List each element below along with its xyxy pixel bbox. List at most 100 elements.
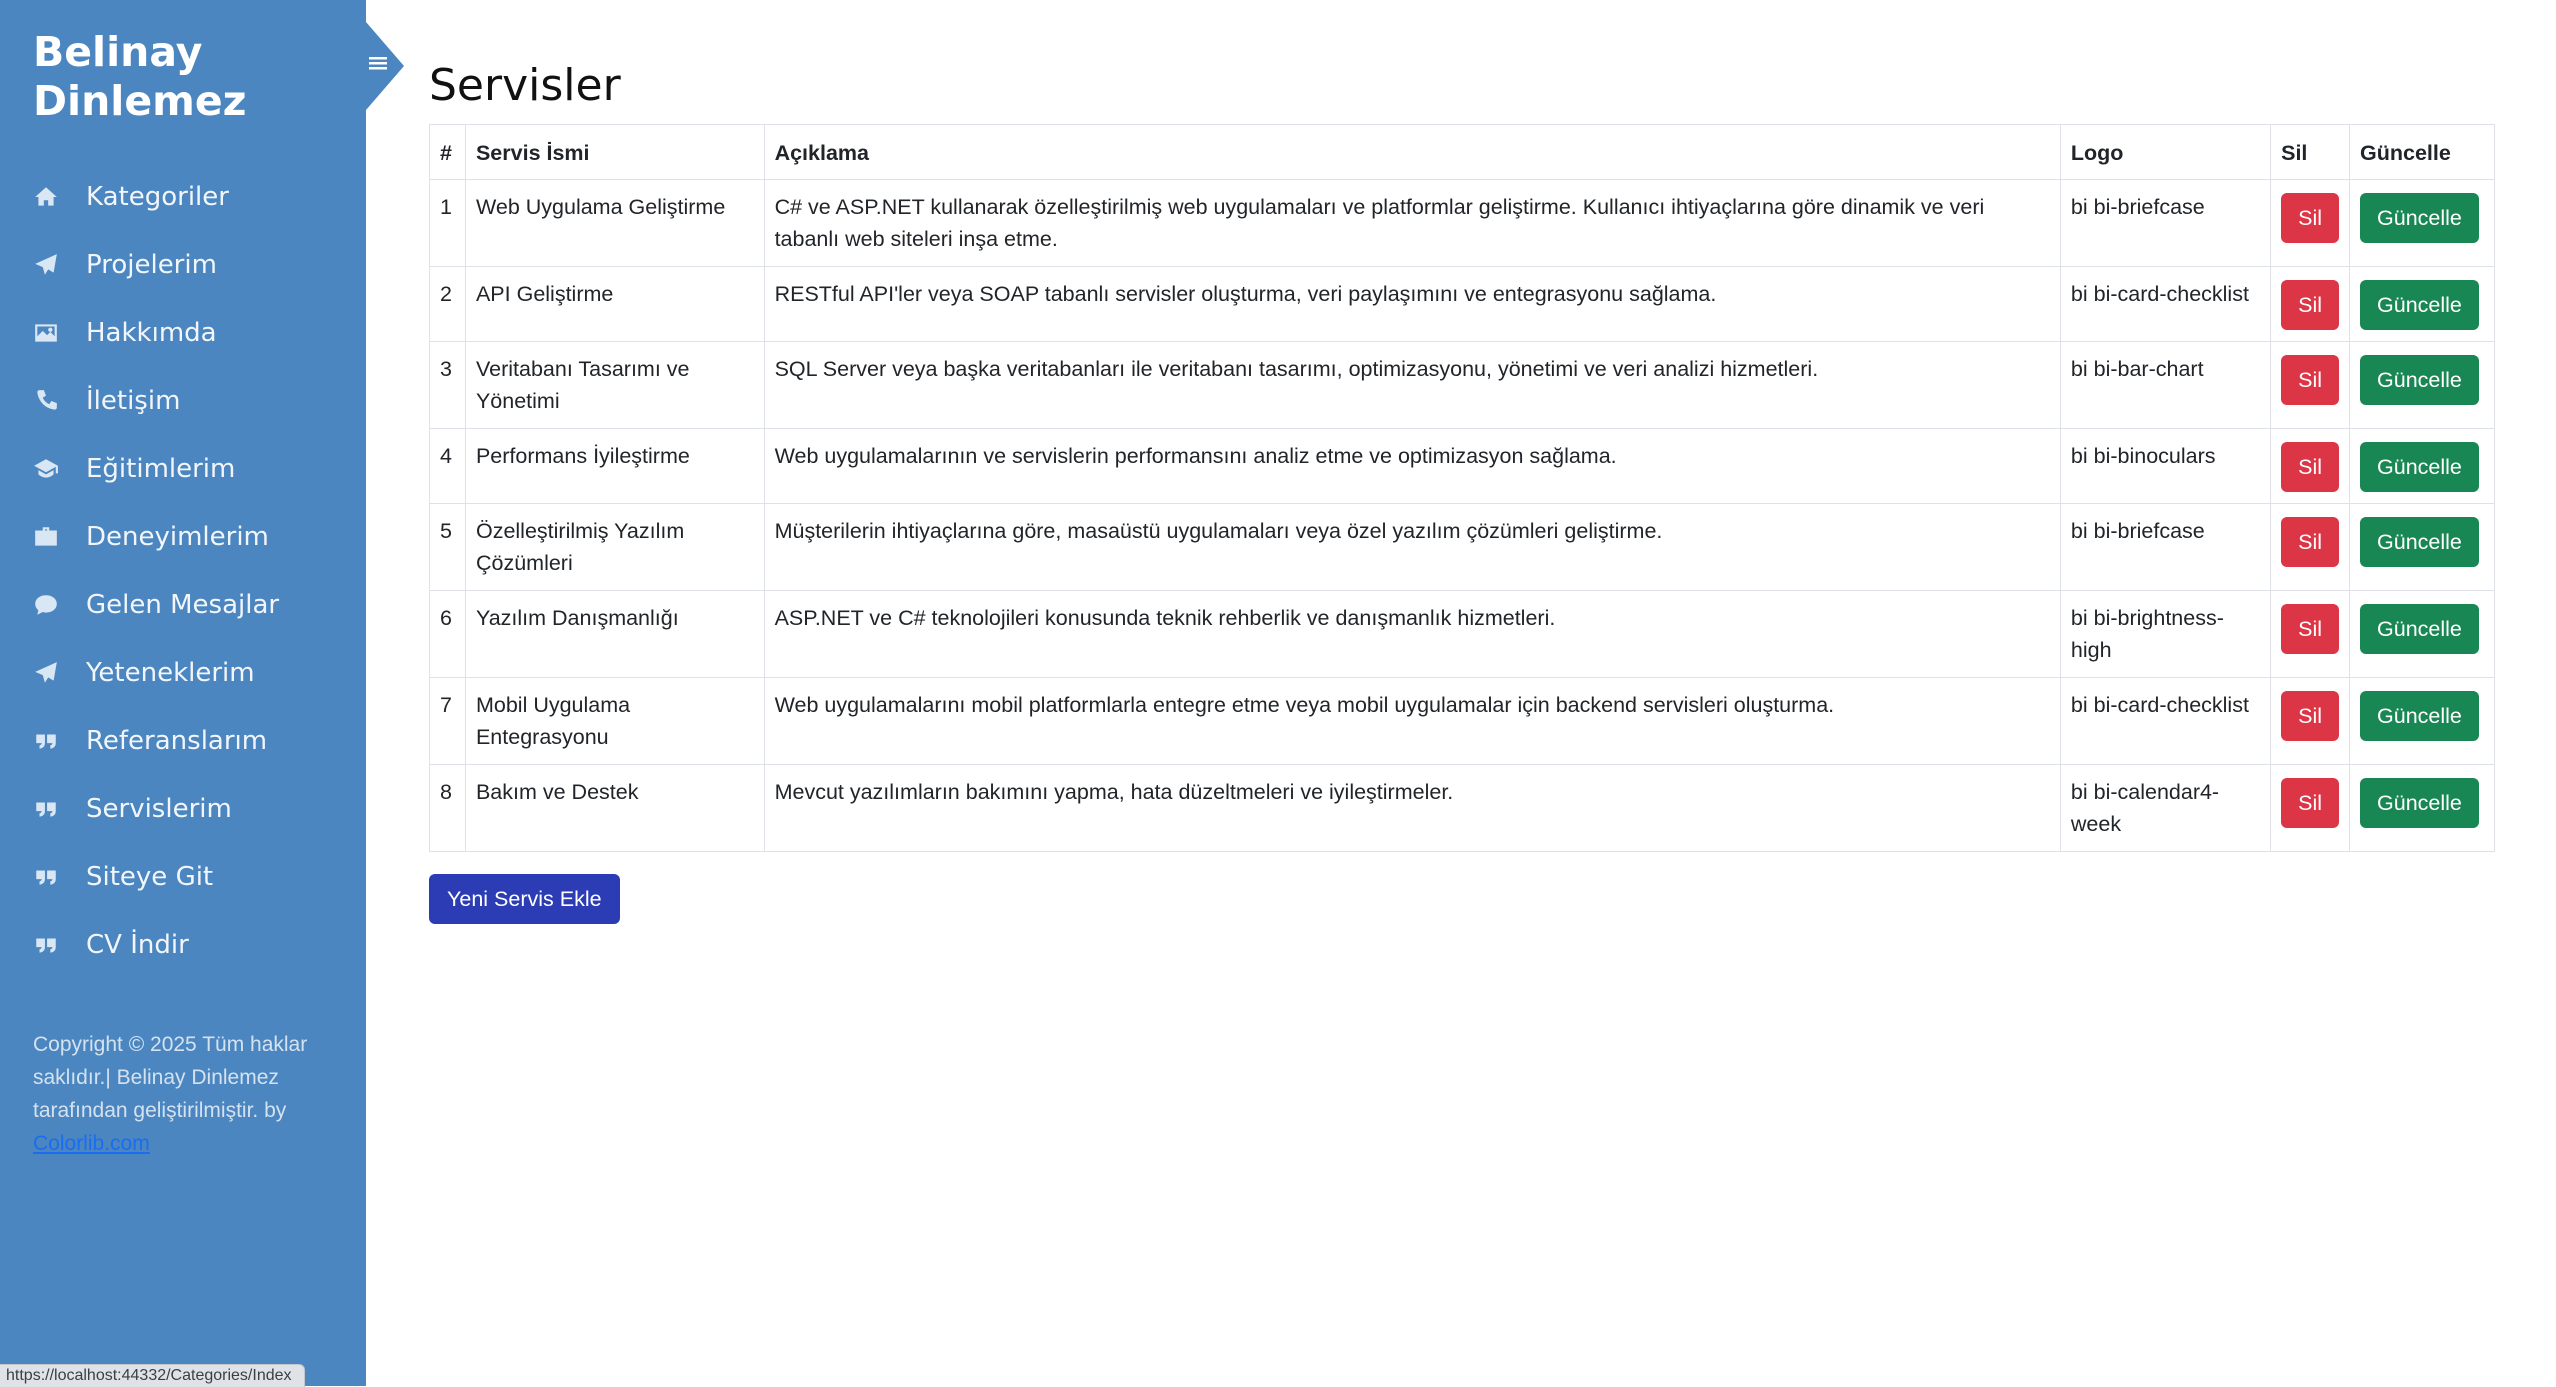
- column-header-name: Servis İsmi: [464, 124, 765, 180]
- page-title: Servisler: [429, 60, 621, 111]
- sidebar-item-projelerim[interactable]: Projelerim: [0, 231, 366, 299]
- cell-update: Güncelle: [2349, 503, 2495, 591]
- sidebar-nav: Kategoriler Projelerim Hakkımda İletişim Eği…: [0, 163, 366, 979]
- update-button[interactable]: Güncelle: [2360, 355, 2479, 405]
- cell-description: Mevcut yazılımların bakımını yapma, hata…: [763, 764, 2061, 852]
- cell-update: Güncelle: [2349, 179, 2495, 267]
- cell-service-name: Özelleştirilmiş Yazılım Çözümleri: [464, 503, 765, 591]
- sidebar: Belinay Dinlemez Kategoriler Projelerim Ha…: [0, 0, 366, 1386]
- sidebar-item-label: Gelen Mesajlar: [86, 590, 280, 620]
- sidebar-item-kategoriler[interactable]: Kategoriler: [0, 163, 366, 231]
- cell-delete: Sil: [2270, 428, 2351, 504]
- graduation-cap-icon: [32, 455, 60, 483]
- sidebar-item-deneyimlerim[interactable]: Deneyimlerim: [0, 503, 366, 571]
- column-header-delete: Sil: [2270, 124, 2351, 180]
- update-button[interactable]: Güncelle: [2360, 280, 2479, 330]
- update-button[interactable]: Güncelle: [2360, 604, 2479, 654]
- cell-description: ASP.NET ve C# teknolojileri konusunda te…: [763, 590, 2061, 678]
- cell-number: 6: [429, 590, 466, 678]
- sidebar-item-label: Kategoriler: [86, 182, 229, 212]
- update-button[interactable]: Güncelle: [2360, 691, 2479, 741]
- sidebar-item-label: Referanslarım: [86, 726, 268, 756]
- colorlib-link[interactable]: Colorlib.com: [33, 1132, 150, 1155]
- cell-delete: Sil: [2270, 764, 2351, 852]
- quote-icon: [32, 931, 60, 959]
- cell-number: 5: [429, 503, 466, 591]
- cell-logo: bi bi-card-checklist: [2059, 677, 2272, 765]
- sidebar-item-label: Hakkımda: [86, 318, 217, 348]
- cell-service-name: Performans İyileştirme: [464, 428, 765, 504]
- sidebar-item-hakkımda[interactable]: Hakkımda: [0, 299, 366, 367]
- quote-icon: [32, 863, 60, 891]
- delete-button[interactable]: Sil: [2281, 691, 2340, 741]
- sidebar-item-label: Deneyimlerim: [86, 522, 269, 552]
- sidebar-item-gelen-mesajlar[interactable]: Gelen Mesajlar: [0, 571, 366, 639]
- cell-logo: bi bi-brightness-high: [2059, 590, 2272, 678]
- delete-button[interactable]: Sil: [2281, 355, 2340, 405]
- delete-button[interactable]: Sil: [2281, 442, 2340, 492]
- cell-number: 1: [429, 179, 466, 267]
- cell-service-name: API Geliştirme: [464, 266, 765, 342]
- table-row: 4 Performans İyileştirme Web uygulamaların…: [429, 428, 2495, 504]
- brand-first-name: Belinay: [33, 28, 203, 76]
- sidebar-item-i̇letişim[interactable]: İletişim: [0, 367, 366, 435]
- column-header-logo: Logo: [2059, 124, 2272, 180]
- cell-update: Güncelle: [2349, 590, 2495, 678]
- delete-button[interactable]: Sil: [2281, 604, 2340, 654]
- paper-plane-icon: [32, 659, 60, 687]
- table-row: 7 Mobil Uygulama Entegrasyonu Web uygulama…: [429, 677, 2495, 765]
- cell-delete: Sil: [2270, 341, 2351, 429]
- sidebar-item-label: İletişim: [86, 386, 181, 416]
- sidebar-item-cv-i̇ndir[interactable]: CV İndir: [0, 911, 366, 979]
- update-button[interactable]: Güncelle: [2360, 193, 2479, 243]
- phone-icon: [32, 387, 60, 415]
- paper-plane-icon: [32, 251, 60, 279]
- sidebar-item-label: Yeteneklerim: [86, 658, 255, 688]
- hamburger-icon[interactable]: [369, 54, 389, 74]
- briefcase-icon: [32, 523, 60, 551]
- cell-logo: bi bi-bar-chart: [2059, 341, 2272, 429]
- table-header-row: # Servis İsmi Açıklama Logo Sil Güncelle: [429, 124, 2495, 180]
- delete-button[interactable]: Sil: [2281, 193, 2340, 243]
- cell-service-name: Bakım ve Destek: [464, 764, 765, 852]
- chat-bubble-icon: [32, 591, 60, 619]
- sidebar-item-referanslarım[interactable]: Referanslarım: [0, 707, 366, 775]
- sidebar-item-label: CV İndir: [86, 930, 189, 960]
- add-service-button[interactable]: Yeni Servis Ekle: [429, 874, 620, 924]
- sidebar-item-eğitimlerim[interactable]: Eğitimlerim: [0, 435, 366, 503]
- cell-description: Müşterilerin ihtiyaçlarına göre, masaüst…: [763, 503, 2061, 591]
- cell-service-name: Mobil Uygulama Entegrasyonu: [464, 677, 765, 765]
- cell-update: Güncelle: [2349, 428, 2495, 504]
- sidebar-item-servislerim[interactable]: Servislerim: [0, 775, 366, 843]
- sidebar-item-siteye-git[interactable]: Siteye Git: [0, 843, 366, 911]
- sidebar-item-yeteneklerim[interactable]: Yeteneklerim: [0, 639, 366, 707]
- cell-delete: Sil: [2270, 590, 2351, 678]
- column-header-number: #: [429, 124, 466, 180]
- update-button[interactable]: Güncelle: [2360, 442, 2479, 492]
- column-header-description: Açıklama: [763, 124, 2061, 180]
- cell-delete: Sil: [2270, 503, 2351, 591]
- cell-description: Web uygulamalarını mobil platformlarla e…: [763, 677, 2061, 765]
- cell-number: 7: [429, 677, 466, 765]
- cell-logo: bi bi-briefcase: [2059, 503, 2272, 591]
- delete-button[interactable]: Sil: [2281, 280, 2340, 330]
- update-button[interactable]: Güncelle: [2360, 778, 2479, 828]
- quote-icon: [32, 795, 60, 823]
- cell-description: C# ve ASP.NET kullanarak özelleştirilmiş…: [763, 179, 2061, 267]
- table-row: 5 Özelleştirilmiş Yazılım Çözümleri Müşter…: [429, 503, 2495, 591]
- brand-title[interactable]: Belinay Dinlemez: [33, 28, 247, 126]
- update-button[interactable]: Güncelle: [2360, 517, 2479, 567]
- table-row: 6 Yazılım Danışmanlığı ASP.NET ve C# tekno…: [429, 590, 2495, 678]
- sidebar-footer: Copyright © 2025 Tüm haklar saklıdır.| B…: [33, 1028, 333, 1160]
- cell-number: 2: [429, 266, 466, 342]
- home-icon: [32, 183, 60, 211]
- column-header-update: Güncelle: [2349, 124, 2495, 180]
- cell-delete: Sil: [2270, 266, 2351, 342]
- quote-icon: [32, 727, 60, 755]
- cell-logo: bi bi-calendar4-week: [2059, 764, 2272, 852]
- status-bar-url: https://localhost:44332/Categories/Index: [0, 1364, 305, 1387]
- delete-button[interactable]: Sil: [2281, 517, 2340, 567]
- delete-button[interactable]: Sil: [2281, 778, 2340, 828]
- copyright-text: Copyright © 2025 Tüm haklar saklıdır.| B…: [33, 1033, 308, 1122]
- image-icon: [32, 319, 60, 347]
